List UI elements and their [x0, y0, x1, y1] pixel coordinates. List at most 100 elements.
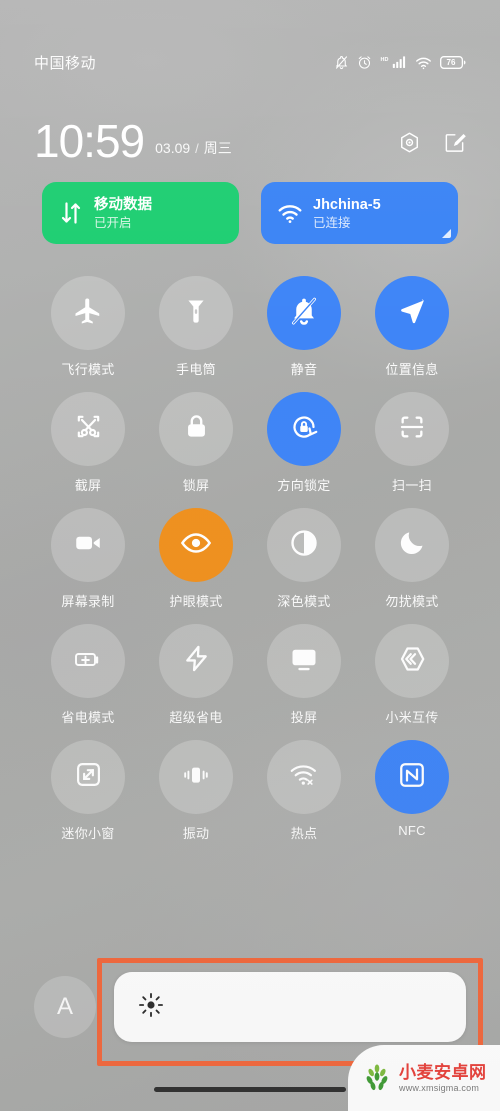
toggle-circle	[375, 392, 449, 466]
cast-screen-icon	[289, 644, 319, 679]
toggle-label: 屏幕录制	[61, 594, 115, 609]
toggle-label: 小米互传	[385, 710, 439, 725]
date-separator: /	[195, 141, 199, 156]
data-transfer-arrows-icon	[56, 200, 86, 226]
toggle-label: 超级省电	[169, 710, 223, 725]
auto-brightness-icon: A	[56, 993, 73, 1020]
toggle-airplane-mode[interactable]: 飞行模式	[34, 276, 142, 378]
toggle-mute[interactable]: 静音	[250, 276, 358, 378]
toggle-battery-saver[interactable]: 省电模式	[34, 624, 142, 726]
edit-pencil-icon[interactable]	[443, 131, 466, 159]
auto-brightness-button[interactable]: A	[34, 976, 96, 1038]
toggle-label: 迷你小窗	[61, 826, 115, 841]
toggle-rotation-lock[interactable]: 方向锁定	[250, 392, 358, 494]
lightning-bolt-icon	[182, 644, 211, 678]
toggle-vibrate[interactable]: 振动	[142, 740, 250, 842]
toggle-circle	[267, 740, 341, 814]
watermark-title: 小麦安卓网	[399, 1062, 487, 1082]
flashlight-icon	[182, 297, 210, 330]
wifi-icon	[275, 203, 305, 224]
toggle-eye-comfort[interactable]: 护眼模式	[142, 508, 250, 610]
toggle-circle	[51, 508, 125, 582]
wifi-ssid: Jhchina-5	[313, 196, 381, 213]
location-arrow-icon	[398, 297, 426, 330]
contrast-circle-icon	[289, 528, 319, 563]
toggle-mi-share[interactable]: 小米互传	[358, 624, 466, 726]
toggle-circle	[51, 624, 125, 698]
toggle-location[interactable]: 位置信息	[358, 276, 466, 378]
toggle-circle	[267, 276, 341, 350]
toggle-label: 勿扰模式	[385, 594, 439, 609]
wifi-card[interactable]: Jhchina-5 已连接	[261, 182, 458, 244]
clock-date: 03.09	[155, 140, 191, 156]
airplane-icon	[73, 296, 103, 331]
toggle-circle	[51, 276, 125, 350]
svg-text:HD: HD	[381, 57, 389, 63]
toggle-circle	[375, 508, 449, 582]
video-camera-icon	[73, 528, 103, 563]
toggle-flashlight[interactable]: 手电筒	[142, 276, 250, 378]
screenshot-scissors-icon	[74, 412, 103, 446]
battery-icon: 76	[440, 56, 466, 69]
carrier-label: 中国移动	[34, 55, 97, 72]
bell-mute-icon	[289, 296, 319, 331]
toggle-lock-screen[interactable]: 锁屏	[142, 392, 250, 494]
toggle-mini-window[interactable]: 迷你小窗	[34, 740, 142, 842]
toggle-cast[interactable]: 投屏	[250, 624, 358, 726]
wifi-expand-corner-icon[interactable]	[442, 229, 451, 238]
toggle-label: 深色模式	[277, 594, 331, 609]
battery-level-label: 76	[446, 57, 456, 67]
hd-signal-icon: HD	[380, 55, 407, 70]
toggle-label: 投屏	[290, 710, 318, 725]
home-indicator[interactable]	[154, 1087, 346, 1092]
toggle-hotspot[interactable]: 热点	[250, 740, 358, 842]
nfc-icon	[397, 760, 427, 795]
site-watermark: 小麦安卓网 www.xmsigma.com	[348, 1045, 500, 1111]
toggle-dark-mode[interactable]: 深色模式	[250, 508, 358, 610]
mobile-data-title: 移动数据	[94, 196, 152, 213]
toggle-circle	[51, 392, 125, 466]
toggle-nfc[interactable]: NFC	[358, 740, 466, 842]
clock-actions	[398, 131, 466, 159]
toggle-screenshot[interactable]: 截屏	[34, 392, 142, 494]
toggle-label: 扫一扫	[392, 478, 432, 493]
lock-icon	[183, 413, 210, 445]
brightness-slider-holder	[97, 958, 483, 1066]
toggle-label: 截屏	[74, 478, 102, 493]
toggle-label: 热点	[290, 826, 318, 841]
toggle-scan[interactable]: 扫一扫	[358, 392, 466, 494]
rotation-lock-icon	[289, 412, 319, 447]
toggle-label: 护眼模式	[169, 594, 223, 609]
mobile-data-card[interactable]: 移动数据 已开启	[42, 182, 239, 244]
toggle-circle	[159, 740, 233, 814]
toggle-ultra-battery-saver[interactable]: 超级省电	[142, 624, 250, 726]
brightness-row: A	[0, 958, 500, 1066]
status-bar: 中国移动 HD 76	[0, 52, 500, 73]
toggle-label: 方向锁定	[277, 478, 331, 493]
mini-window-icon	[74, 760, 103, 794]
bell-mute-icon	[334, 55, 349, 70]
mi-share-icon	[397, 644, 427, 679]
toggle-circle	[375, 740, 449, 814]
alarm-icon	[357, 55, 372, 70]
toggle-circle	[375, 276, 449, 350]
gear-hexagon-icon[interactable]	[398, 131, 421, 159]
toggle-label: 锁屏	[182, 478, 210, 493]
toggle-circle	[267, 392, 341, 466]
eye-icon	[180, 527, 212, 564]
brightness-slider[interactable]	[114, 972, 466, 1042]
clock-weekday: 周三	[203, 140, 232, 156]
wifi-status: 已连接	[313, 215, 351, 230]
battery-plus-icon	[73, 644, 103, 679]
toggle-label: 手电筒	[176, 362, 216, 377]
watermark-url: www.xmsigma.com	[399, 1082, 480, 1093]
clock-time: 10:59	[34, 115, 145, 167]
wifi-icon	[415, 56, 432, 70]
hotspot-icon	[289, 762, 319, 793]
toggle-label: 位置信息	[385, 362, 439, 377]
toggle-circle	[159, 624, 233, 698]
toggle-do-not-disturb[interactable]: 勿扰模式	[358, 508, 466, 610]
clock-date-group: 03.09 / 周三	[155, 138, 232, 158]
toggle-screen-record[interactable]: 屏幕录制	[34, 508, 142, 610]
moon-icon	[398, 529, 426, 562]
